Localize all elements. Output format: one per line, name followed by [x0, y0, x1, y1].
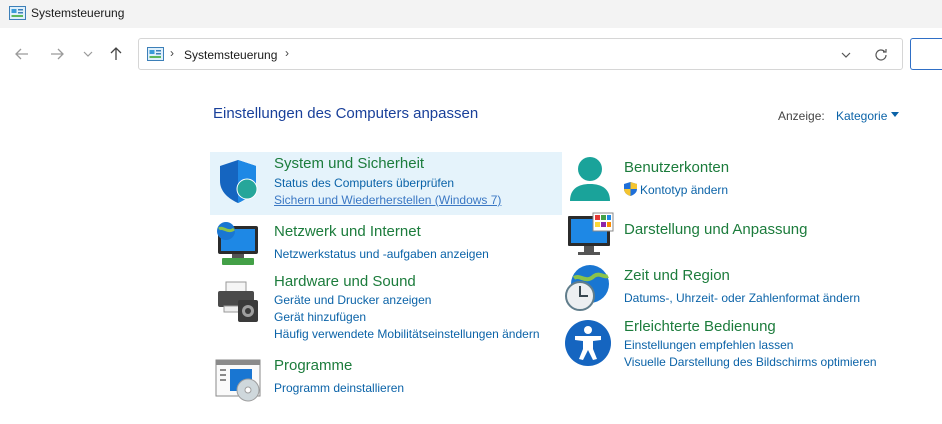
category-hardware-sound: Hardware und Sound Geräte und Drucker an… [210, 270, 562, 345]
category-accessibility: Erleichterte Bedienung Einstellungen emp… [562, 316, 922, 374]
arrow-up-icon [110, 47, 122, 60]
chevron-down-icon [83, 51, 93, 57]
category-title[interactable]: Benutzerkonten [624, 159, 729, 176]
category-programs: Programme Programm deinstallieren [210, 354, 562, 402]
link-mobility-settings[interactable]: Häufig verwendete Mobilitätseinstellunge… [274, 327, 540, 341]
navigation-bar: › Systemsteuerung › [0, 28, 942, 80]
address-bar[interactable]: › Systemsteuerung › [138, 38, 903, 70]
category-appearance: Darstellung und Anpassung [562, 210, 922, 260]
link-backup-restore[interactable]: Sichern und Wiederherstellen (Windows 7) [274, 193, 501, 207]
network-globe-icon[interactable] [214, 220, 262, 268]
breadcrumb-separator[interactable]: › [170, 46, 174, 60]
category-system-security: System und Sicherheit Status des Compute… [210, 152, 562, 215]
category-time-region: Zeit und Region Datums-, Uhrzeit- oder Z… [562, 262, 922, 316]
user-accounts-icon[interactable] [566, 155, 614, 203]
link-date-time-format[interactable]: Datums-, Uhrzeit- oder Zahlenformat ände… [624, 291, 860, 305]
category-network-internet: Netzwerk und Internet Netzwerkstatus und… [210, 220, 562, 268]
category-title[interactable]: Programme [274, 357, 352, 374]
arrow-right-icon [51, 48, 64, 60]
caret-down-icon[interactable] [891, 112, 899, 118]
link-devices-printers[interactable]: Geräte und Drucker anzeigen [274, 293, 431, 307]
control-panel-icon [147, 47, 164, 61]
category-title[interactable]: Darstellung und Anpassung [624, 221, 807, 238]
shield-icon[interactable] [216, 157, 264, 205]
recent-locations-button[interactable] [78, 44, 98, 64]
refresh-icon[interactable] [873, 47, 889, 63]
printer-speaker-icon[interactable] [214, 278, 262, 326]
back-button[interactable] [12, 44, 32, 64]
programs-icon[interactable] [214, 356, 262, 404]
link-change-account-type[interactable]: Kontotyp ändern [640, 183, 728, 197]
window-title: Systemsteuerung [31, 6, 125, 20]
category-user-accounts: Benutzerkonten Kontotyp ändern [562, 152, 922, 208]
clock-globe-icon[interactable] [564, 264, 612, 312]
category-title[interactable]: Hardware und Sound [274, 273, 416, 290]
category-title[interactable]: Netzwerk und Internet [274, 223, 421, 240]
address-dropdown-icon[interactable] [839, 48, 853, 62]
monitor-personalize-icon[interactable] [566, 212, 614, 260]
link-optimize-display[interactable]: Visuelle Darstellung des Bildschirms opt… [624, 355, 877, 369]
breadcrumb-systemsteuerung[interactable]: Systemsteuerung [184, 48, 277, 62]
breadcrumb-separator[interactable]: › [285, 46, 289, 60]
link-recommend-settings[interactable]: Einstellungen empfehlen lassen [624, 338, 793, 352]
link-check-status[interactable]: Status des Computers überprüfen [274, 176, 454, 190]
page-title: Einstellungen des Computers anpassen [213, 105, 479, 122]
title-bar: Systemsteuerung [0, 0, 942, 28]
category-title[interactable]: Zeit und Region [624, 267, 730, 284]
up-button[interactable] [106, 44, 126, 64]
category-title[interactable]: Erleichterte Bedienung [624, 318, 776, 335]
view-label: Anzeige: [778, 109, 825, 123]
search-input[interactable] [910, 38, 942, 70]
link-uninstall-program[interactable]: Programm deinstallieren [274, 381, 404, 395]
link-add-device[interactable]: Gerät hinzufügen [274, 310, 366, 324]
category-title[interactable]: System und Sicherheit [274, 155, 424, 172]
view-mode-dropdown[interactable]: Kategorie [836, 109, 887, 123]
forward-button[interactable] [47, 44, 67, 64]
arrow-left-icon [15, 48, 28, 60]
accessibility-icon[interactable] [564, 319, 612, 367]
uac-shield-icon [624, 182, 637, 196]
control-panel-icon [9, 6, 26, 20]
link-network-status[interactable]: Netzwerkstatus und -aufgaben anzeigen [274, 247, 489, 261]
